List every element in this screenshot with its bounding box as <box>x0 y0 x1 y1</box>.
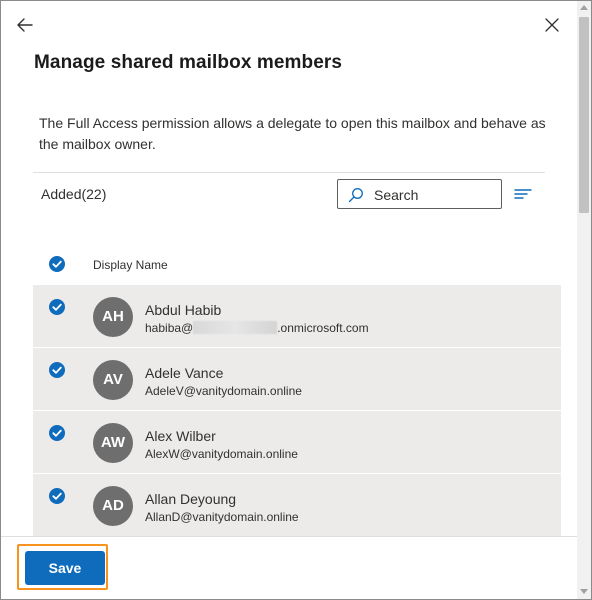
member-email: habiba@ .onmicrosoft.com <box>145 321 369 335</box>
row-checkbox[interactable] <box>49 299 65 315</box>
manage-members-panel: Manage shared mailbox members The Full A… <box>0 0 592 600</box>
page-title: Manage shared mailbox members <box>34 52 343 73</box>
redacted-block <box>193 321 278 334</box>
member-email: AdeleV@vanitydomain.online <box>145 384 302 398</box>
member-name: Allan Deyoung <box>145 491 237 507</box>
member-name: Abdul Habib <box>145 302 222 318</box>
scrollbar[interactable] <box>577 1 591 599</box>
row-checkbox[interactable] <box>49 425 65 441</box>
member-email: AllanD@vanitydomain.online <box>145 510 299 524</box>
member-email-suffix: .onmicrosoft.com <box>277 321 369 335</box>
search-label: Search <box>374 187 419 203</box>
table-row[interactable]: AW Alex Wilber AlexW@vanitydomain.online <box>33 411 561 474</box>
close-icon[interactable] <box>542 15 562 35</box>
member-email-prefix: habiba@ <box>145 321 194 335</box>
avatar: AD <box>93 486 133 526</box>
scroll-up-arrow-icon[interactable] <box>580 5 588 10</box>
scroll-down-arrow-icon[interactable] <box>580 589 588 594</box>
search-input[interactable]: Search <box>337 179 502 209</box>
save-button[interactable]: Save <box>25 551 105 585</box>
member-email: AlexW@vanitydomain.online <box>145 447 298 461</box>
avatar: AH <box>93 297 133 337</box>
column-header-display-name[interactable]: Display Name <box>93 258 168 272</box>
table-row[interactable]: AD Allan Deyoung AllanD@vanitydomain.onl… <box>33 474 561 537</box>
permission-description: The Full Access permission allows a dele… <box>39 115 546 152</box>
member-name: Alex Wilber <box>145 428 216 444</box>
members-list: AH Abdul Habib habiba@ .onmicrosoft.com A… <box>33 285 561 537</box>
avatar: AV <box>93 360 133 400</box>
table-row[interactable]: AV Adele Vance AdeleV@vanitydomain.onlin… <box>33 348 561 411</box>
table-row[interactable]: AH Abdul Habib habiba@ .onmicrosoft.com <box>33 285 561 348</box>
row-checkbox[interactable] <box>49 362 65 378</box>
member-name: Adele Vance <box>145 365 224 381</box>
filter-lines-icon[interactable] <box>513 185 533 203</box>
scrollbar-thumb[interactable] <box>579 17 589 213</box>
select-all-checkbox[interactable] <box>49 256 65 272</box>
back-arrow-icon[interactable] <box>15 15 35 35</box>
divider <box>33 172 545 173</box>
row-checkbox[interactable] <box>49 488 65 504</box>
search-icon <box>348 187 364 203</box>
added-count-label: Added(22) <box>41 186 107 202</box>
avatar: AW <box>93 423 133 463</box>
